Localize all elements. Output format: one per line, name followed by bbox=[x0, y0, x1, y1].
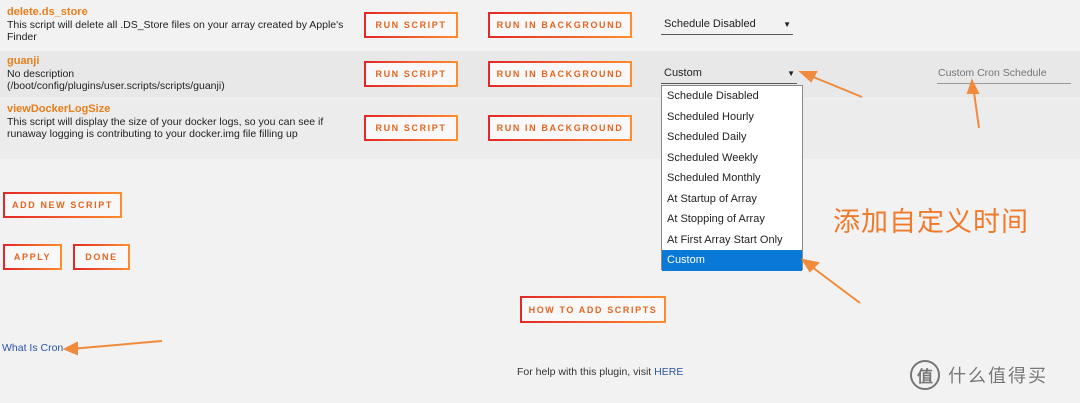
arrowhead-icon bbox=[966, 78, 980, 94]
logo-icon: 值 bbox=[910, 360, 940, 390]
arrow-icon bbox=[69, 340, 163, 350]
arrowhead-icon bbox=[62, 341, 78, 356]
logo-text: 什么值得买 bbox=[948, 366, 1048, 387]
annotation-arrows bbox=[62, 71, 980, 356]
watermark-logo: 值 什么值得买 bbox=[910, 360, 1048, 390]
arrow-icon bbox=[805, 73, 863, 98]
arrowhead-icon bbox=[798, 71, 818, 83]
arrow-icon bbox=[807, 263, 861, 304]
